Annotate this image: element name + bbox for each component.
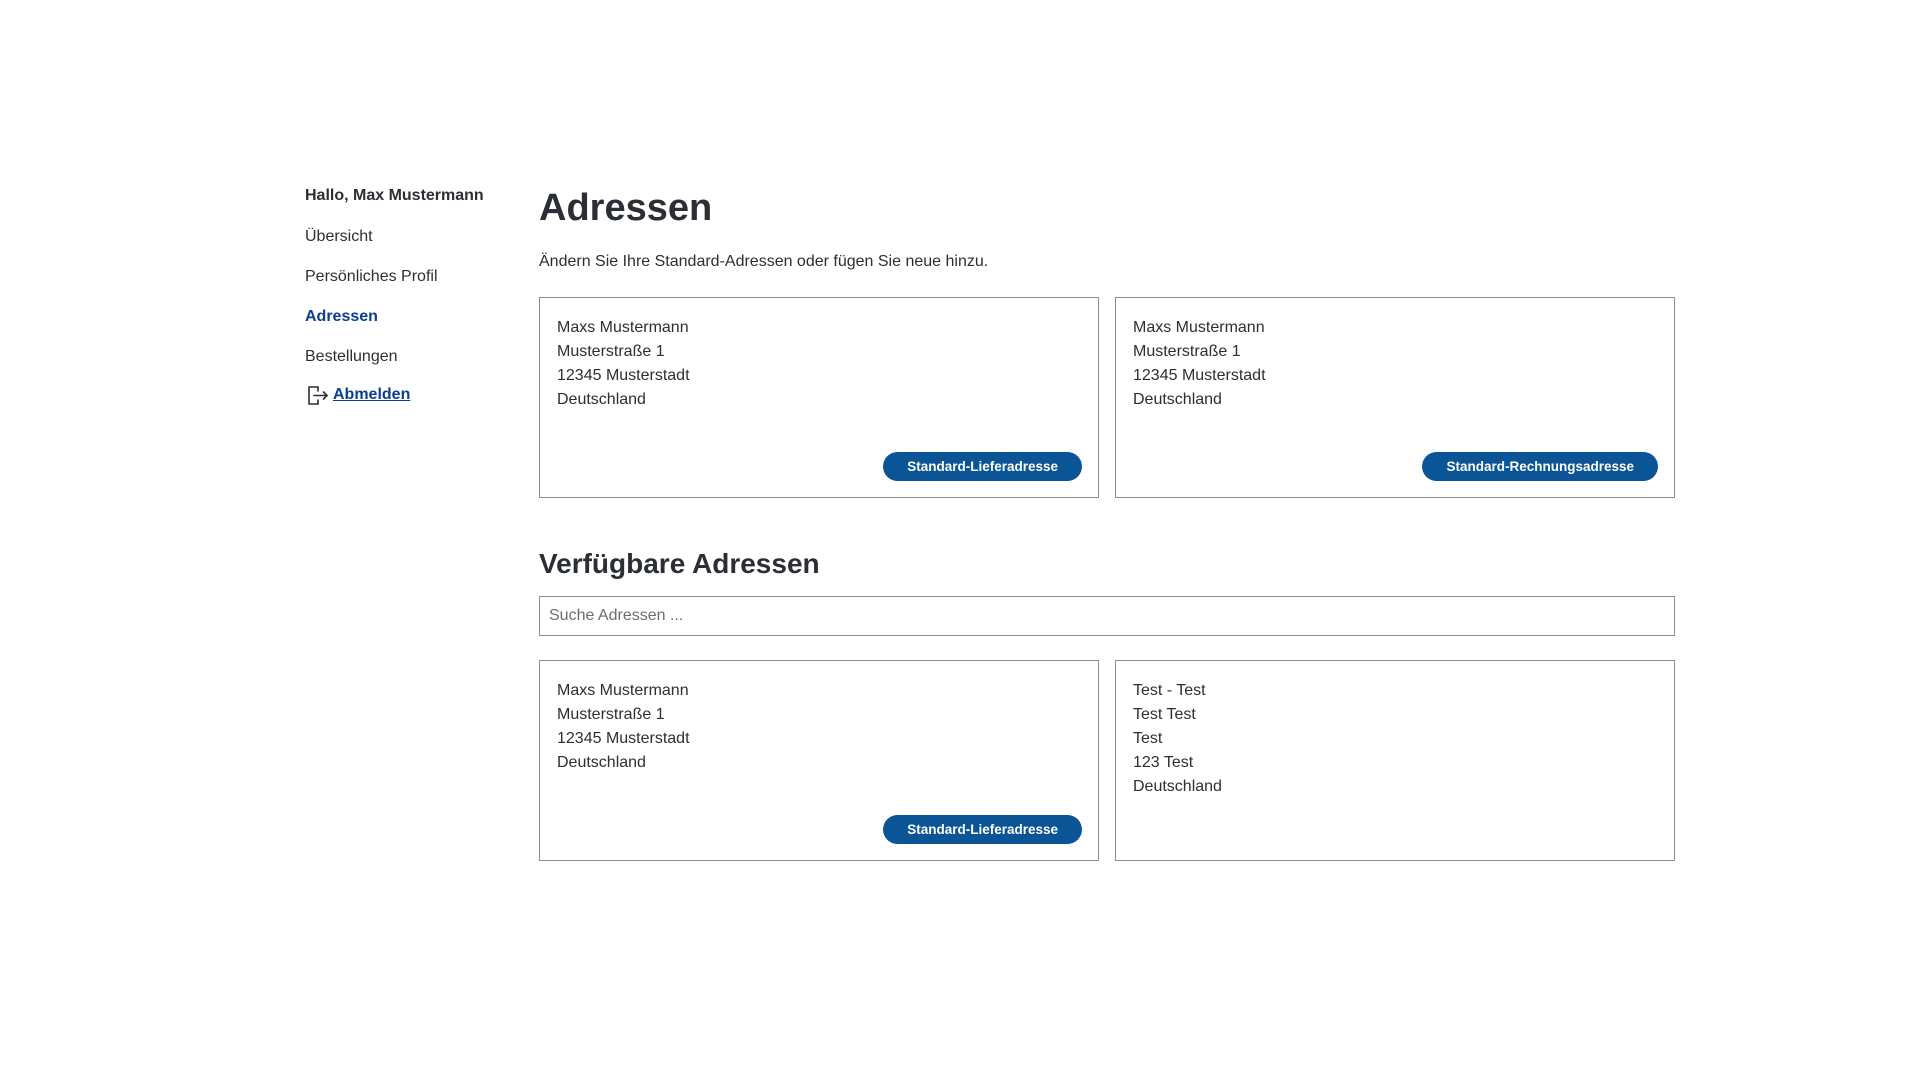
address-card[interactable]: Maxs Mustermann Musterstraße 1 12345 Mus… [539, 660, 1099, 861]
default-shipping-badge: Standard-Lieferadresse [883, 452, 1082, 481]
address-line: Test [1133, 730, 1163, 747]
available-addresses: Maxs Mustermann Musterstraße 1 12345 Mus… [539, 660, 1675, 861]
address-card-default-billing[interactable]: Maxs Mustermann Musterstraße 1 12345 Mus… [1115, 297, 1675, 498]
address-line: Deutschland [1133, 391, 1222, 408]
available-addresses-title: Verfügbare Adressen [539, 548, 820, 579]
account-nav: Übersicht Persönliches Profil Adressen B… [305, 227, 539, 407]
address-search-input[interactable] [539, 596, 1675, 636]
logout-icon [305, 383, 329, 407]
account-page: Hallo, Max Mustermann Übersicht Persönli… [305, 185, 1675, 861]
nav-item-orders[interactable]: Bestellungen [305, 347, 539, 387]
page-subtitle: Ändern Sie Ihre Standard-Adressen oder f… [539, 253, 989, 270]
account-sidebar: Hallo, Max Mustermann Übersicht Persönli… [305, 185, 539, 861]
nav-item-profile[interactable]: Persönliches Profil [305, 267, 539, 307]
main-content: Adressen Ändern Sie Ihre Standard-Adress… [539, 185, 1675, 861]
address-line: 12345 Musterstadt [1133, 367, 1266, 384]
address-line: Deutschland [557, 754, 646, 771]
default-addresses: Maxs Mustermann Musterstraße 1 12345 Mus… [539, 297, 1675, 498]
address-line: Deutschland [557, 391, 646, 408]
address-line: Maxs Mustermann [557, 682, 689, 699]
address-line: 123 Test [1133, 754, 1194, 771]
address-line: Musterstraße 1 [557, 343, 665, 360]
logout-label: Abmelden [333, 386, 411, 403]
address-line: 12345 Musterstadt [557, 730, 690, 747]
address-line: Deutschland [1133, 778, 1222, 795]
address-card-default-shipping[interactable]: Maxs Mustermann Musterstraße 1 12345 Mus… [539, 297, 1099, 498]
address-card[interactable]: Test - Test Test Test Test 123 Test Deut… [1115, 660, 1675, 861]
address-line: 12345 Musterstadt [557, 367, 690, 384]
default-billing-badge: Standard-Rechnungsadresse [1422, 452, 1658, 481]
address-line: Test Test [1133, 706, 1196, 723]
address-line: Maxs Mustermann [1133, 319, 1265, 336]
address-line: Musterstraße 1 [557, 706, 665, 723]
logout-link[interactable]: Abmelden [305, 383, 539, 407]
address-line: Musterstraße 1 [1133, 343, 1241, 360]
address-line: Maxs Mustermann [557, 319, 689, 336]
nav-item-overview[interactable]: Übersicht [305, 227, 539, 267]
default-shipping-badge: Standard-Lieferadresse [883, 815, 1082, 844]
greeting: Hallo, Max Mustermann [305, 187, 484, 204]
nav-item-addresses[interactable]: Adressen [305, 307, 539, 347]
page-title: Adressen [539, 187, 713, 229]
address-line: Test - Test [1133, 682, 1206, 699]
